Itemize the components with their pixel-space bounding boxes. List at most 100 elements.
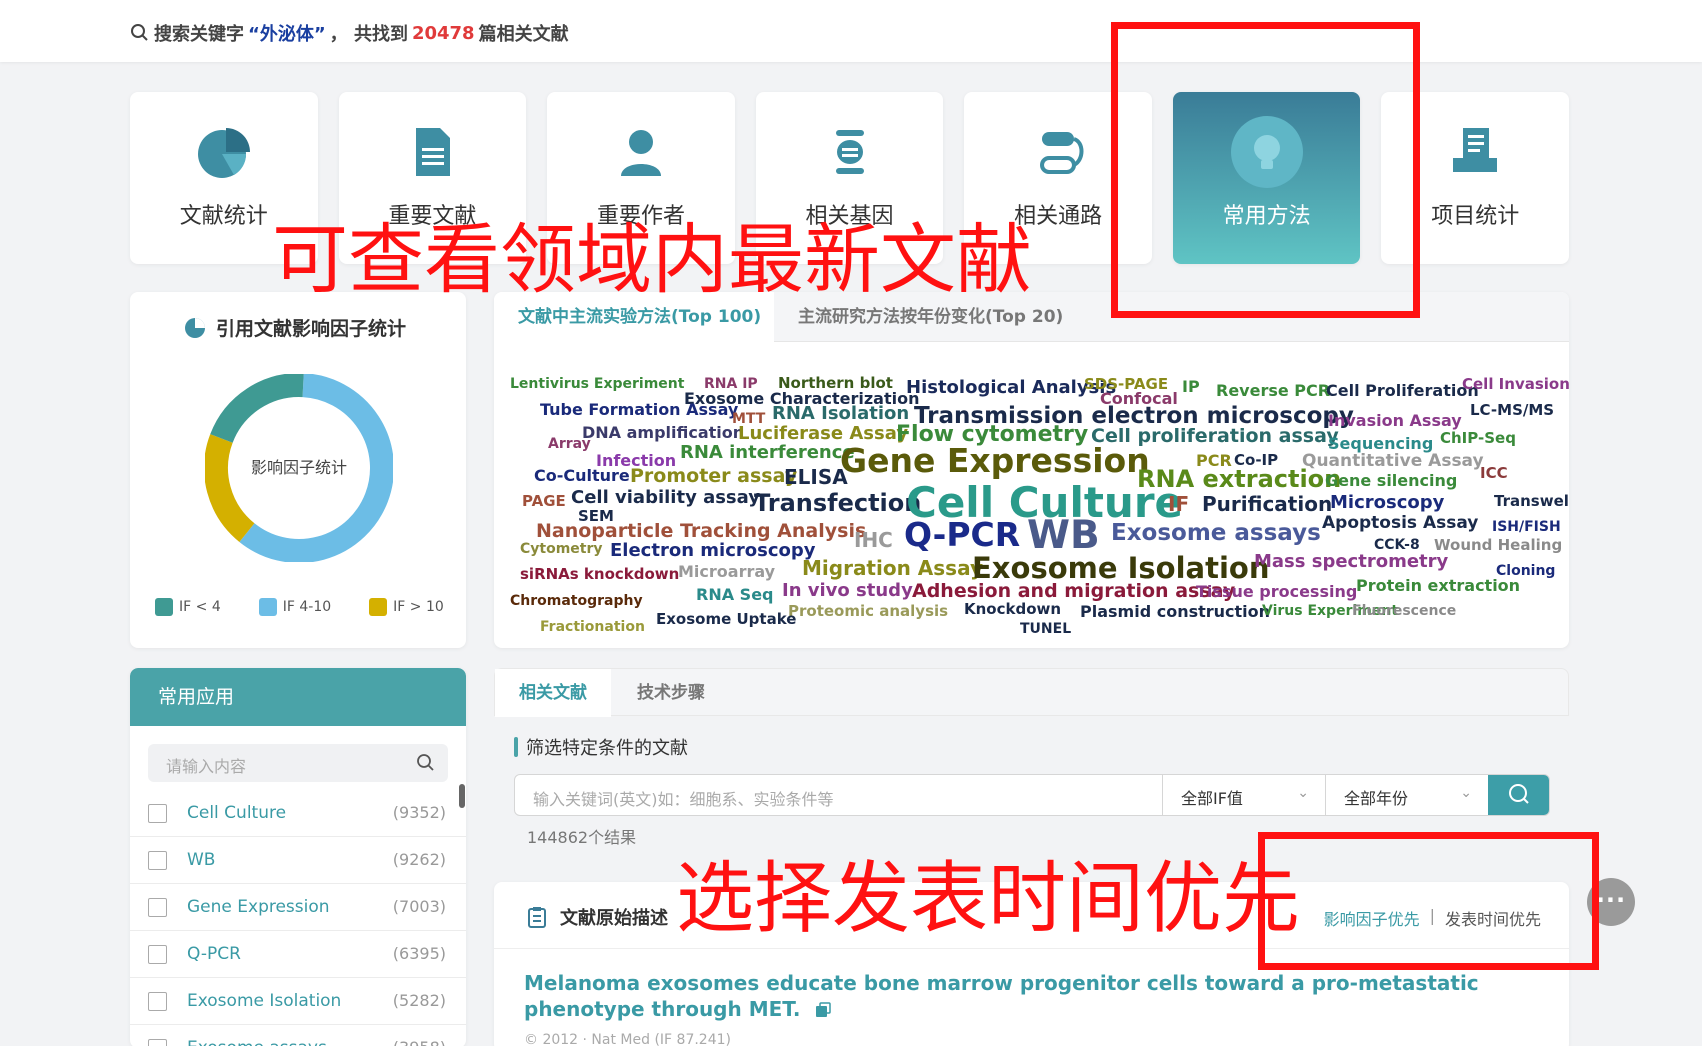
method-word[interactable]: ELISA (784, 467, 848, 487)
method-word[interactable]: Fluorescence (1352, 604, 1456, 618)
method-word[interactable]: Exosome Isolation (972, 554, 1269, 583)
method-word[interactable]: IF (1168, 494, 1189, 514)
app-item-name: WB (187, 850, 216, 870)
checkbox[interactable] (148, 1039, 167, 1046)
annotation-box-sort (1258, 832, 1599, 970)
legend-item-if-low[interactable]: IF < 4 (155, 598, 221, 616)
app-list-item[interactable]: WB (9262) (130, 837, 466, 884)
method-word[interactable]: Invasion Assay (1328, 413, 1462, 429)
method-word[interactable]: Gene Expression (840, 444, 1150, 477)
filter-section-title: 筛选特定条件的文献 (514, 734, 688, 760)
method-word[interactable]: Cell Invasion (1462, 377, 1569, 392)
method-word[interactable]: Microarray (678, 564, 775, 580)
app-list-item[interactable]: Cell Culture (9352) (130, 790, 466, 837)
method-word[interactable]: Cytometry (520, 542, 603, 556)
checkbox[interactable] (148, 851, 167, 870)
method-word[interactable]: IP (1182, 379, 1200, 395)
method-word[interactable]: Nanoparticle Tracking Analysis (536, 522, 866, 541)
if-filter-select[interactable]: 全部IF值 ⌄ (1162, 775, 1325, 815)
method-word[interactable]: RNA Isolation (772, 405, 909, 423)
method-word[interactable]: Plasmid construction (1080, 604, 1270, 620)
app-list-item[interactable]: Q-PCR (6395) (130, 931, 466, 978)
checkbox[interactable] (148, 992, 167, 1011)
method-word[interactable]: Reverse PCR (1216, 383, 1330, 399)
method-word[interactable]: Gene silencing (1325, 473, 1457, 489)
method-word[interactable]: Protein extraction (1356, 578, 1520, 594)
method-word[interactable]: TUNEL (1020, 622, 1071, 636)
search-summary: 搜索关键字 “外泌体” ， 共找到 20478 篇相关文献 (130, 20, 569, 46)
method-word[interactable]: Lentivirus Experiment (510, 377, 684, 391)
legend-item-if-high[interactable]: IF > 10 (369, 598, 444, 616)
app-search-input[interactable]: 请输入内容 (148, 744, 448, 782)
search-icon (131, 24, 148, 41)
method-word[interactable]: Promoter assay (630, 467, 797, 486)
method-word[interactable]: siRNAs knockdown (520, 567, 679, 582)
method-word[interactable]: In vivo study (782, 582, 913, 600)
checkbox[interactable] (148, 945, 167, 964)
method-word[interactable]: Mass spectrometry (1254, 553, 1448, 571)
method-word[interactable]: Exosome assays (1111, 522, 1321, 545)
method-word[interactable]: Microscopy (1330, 494, 1444, 512)
annotation-text-latest: 可查看领域内最新文献 (272, 215, 1032, 304)
method-word[interactable]: Apoptosis Assay (1322, 515, 1478, 532)
paper-title-link[interactable]: Melanoma exosomes educate bone marrow pr… (524, 970, 1534, 1022)
search-icon[interactable] (416, 753, 436, 773)
method-word[interactable]: Exosome Uptake (656, 612, 796, 627)
method-word[interactable]: Knockdown (964, 602, 1061, 617)
method-word[interactable]: LC-MS/MS (1470, 403, 1554, 418)
method-word[interactable]: Adhesion and migration assay (912, 582, 1235, 601)
app-list-item[interactable]: Gene Expression (7003) (130, 884, 466, 931)
donut-slice-if-low[interactable] (210, 373, 304, 444)
method-word[interactable]: Migration Assay (802, 558, 983, 578)
method-word[interactable]: Co-Culture (534, 468, 630, 484)
method-word-cloud: Lentivirus Experiment RNA IP Northern blot… (494, 342, 1569, 648)
method-word[interactable]: ISH/FISH (1492, 520, 1561, 534)
app-list-scrollbar[interactable] (459, 784, 465, 808)
method-word[interactable]: ChIP-Seq (1440, 431, 1516, 446)
filter-search-button[interactable] (1488, 775, 1549, 815)
pathway-icon (1040, 132, 1084, 174)
method-word[interactable]: IHC (854, 530, 893, 550)
method-word[interactable]: ICC (1480, 466, 1508, 481)
app-item-count: (6395) (392, 944, 446, 963)
app-search-placeholder: 请输入内容 (166, 757, 247, 776)
title-accent-bar (514, 737, 518, 757)
year-filter-select[interactable]: 全部年份 ⌄ (1325, 775, 1488, 815)
chevron-down-icon: ⌄ (1460, 785, 1472, 801)
tab-technical-steps[interactable]: 技术步骤 (637, 669, 705, 717)
legend-item-if-mid[interactable]: IF 4-10 (258, 598, 331, 616)
method-word[interactable]: RNA interference (680, 444, 855, 462)
method-word[interactable]: RNA Seq (696, 587, 774, 603)
method-word[interactable]: Electron microscopy (610, 542, 815, 560)
app-list-item[interactable]: Exosome Isolation (5282) (130, 978, 466, 1025)
search-prefix: 搜索关键字 (154, 24, 244, 45)
method-word[interactable]: Purification (1202, 494, 1332, 514)
keyword-input[interactable]: 输入关键词(英文)如：细胞系、实验条件等 (533, 786, 834, 810)
method-word[interactable]: Wound Healing (1434, 538, 1562, 553)
method-word[interactable]: Fractionation (540, 620, 645, 634)
method-word[interactable]: WB (1027, 516, 1100, 555)
pie-chart-icon (185, 317, 205, 338)
method-word[interactable]: CCK-8 (1374, 538, 1420, 552)
method-word[interactable]: Cell viability assay (571, 489, 760, 507)
method-word[interactable]: Transfection (754, 491, 921, 515)
method-word[interactable]: Chromatography (510, 594, 643, 608)
method-word[interactable]: Tube Formation Assay (540, 402, 738, 418)
method-word[interactable]: Tissue processing (1196, 584, 1357, 600)
method-word[interactable]: PAGE (522, 494, 566, 509)
method-word[interactable]: Q-PCR (904, 518, 1020, 551)
checkbox[interactable] (148, 804, 167, 823)
checkbox[interactable] (148, 898, 167, 917)
methods-cloud-panel: 文献中主流实验方法(Top 100) 主流研究方法按年份变化(Top 20) L… (494, 292, 1569, 648)
app-list-item[interactable]: Exosome assays (3958) (130, 1025, 466, 1046)
donut-slice-if-high[interactable] (204, 434, 255, 542)
method-word[interactable]: Array (548, 437, 591, 451)
method-word[interactable]: Sequencing (1328, 436, 1433, 452)
method-word[interactable]: Cell Proliferation (1326, 383, 1479, 399)
external-link-icon[interactable] (815, 1002, 832, 1018)
result-count: 144862个结果 (527, 828, 637, 847)
tab-related-literature[interactable]: 相关文献 (495, 669, 611, 717)
method-word[interactable]: Transwell (1494, 494, 1569, 509)
method-word[interactable]: DNA amplification (582, 425, 744, 441)
method-word[interactable]: Proteomic analysis (788, 604, 948, 619)
